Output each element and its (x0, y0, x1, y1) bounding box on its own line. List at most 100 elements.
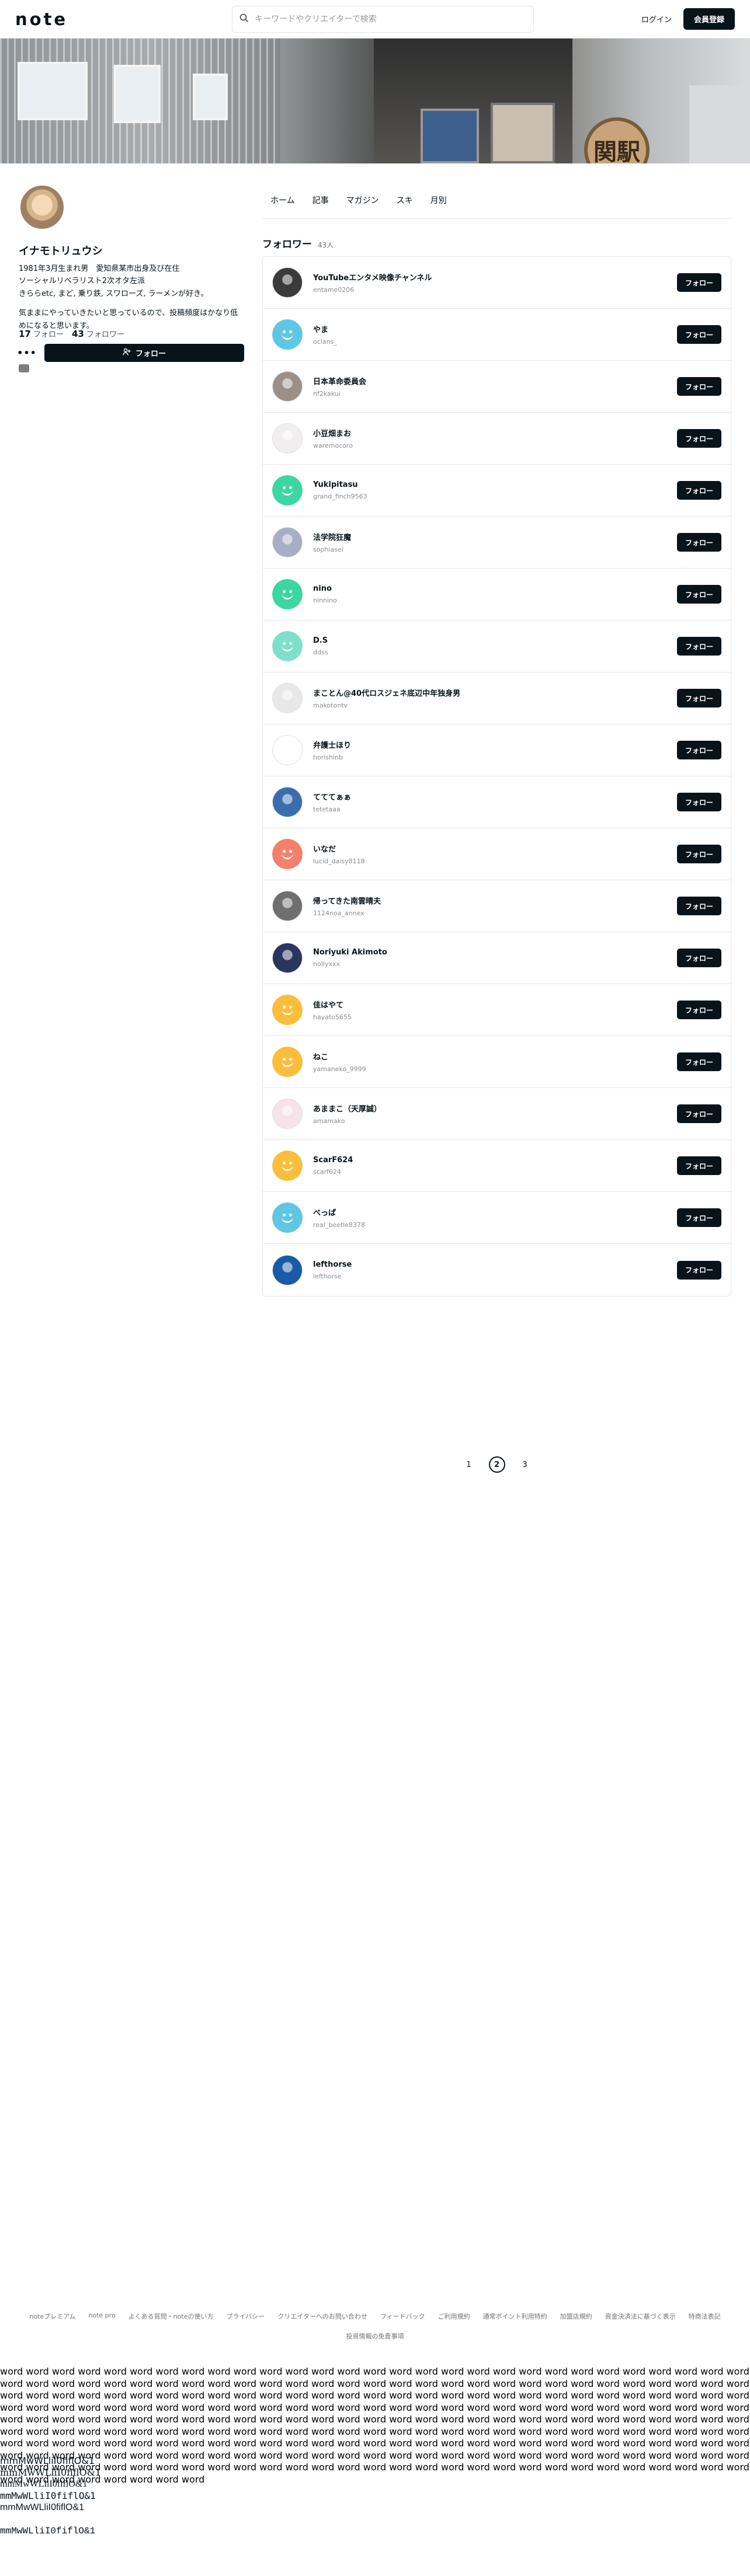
follower-name[interactable]: YouTubeエンタメ映像チャンネル (313, 271, 677, 283)
follower-name[interactable]: 日本革命委員会 (313, 375, 677, 386)
footer-link[interactable]: クリエイターへのお問い合わせ (277, 2312, 367, 2321)
follower-row[interactable]: 法学院狂魔 sophiasei フォロー (263, 517, 731, 569)
follow-button[interactable]: フォロー (677, 273, 721, 292)
follow-button[interactable]: フォロー (677, 793, 721, 811)
follower-name[interactable]: Yukipitasu (313, 480, 677, 489)
page-2-link[interactable]: 2 (488, 1456, 505, 1473)
youtube-icon[interactable] (19, 364, 29, 372)
follower-avatar[interactable] (272, 631, 303, 661)
follower-row[interactable]: 日本革命委員会 nf2kakui フォロー (263, 361, 731, 413)
follower-row[interactable]: 佳はやて hayato5655 フォロー (263, 984, 731, 1036)
follow-button[interactable]: フォロー (677, 1156, 721, 1175)
follower-row[interactable]: いなだ lucid_daisy8118 フォロー (263, 828, 731, 880)
tab-magazines[interactable]: マガジン (346, 194, 379, 206)
follower-name[interactable]: ねこ (313, 1051, 677, 1062)
follower-row[interactable]: 帰ってきた南雲晴夫 1124noa_annex フォロー (263, 880, 731, 932)
follower-name[interactable]: 弁護士ほり (313, 739, 677, 750)
follow-button[interactable]: フォロー (677, 741, 721, 759)
follow-button[interactable]: フォロー (677, 637, 721, 656)
tab-home[interactable]: ホーム (270, 194, 295, 206)
follower-row[interactable]: Yukipitasu grand_finch9563 フォロー (263, 465, 731, 517)
follower-name[interactable]: あままこ（天厚誠） (313, 1103, 677, 1114)
footer-link[interactable]: 加盟店規約 (560, 2312, 592, 2321)
footer-link[interactable]: プライバシー (226, 2312, 265, 2321)
follower-name[interactable]: nino (313, 584, 677, 593)
follow-button[interactable]: フォロー (677, 1001, 721, 1019)
follower-name[interactable]: いなだ (313, 843, 677, 854)
footer-link[interactable]: よくある質問・noteの使い方 (129, 2312, 214, 2321)
follower-avatar[interactable] (272, 683, 303, 713)
follower-avatar[interactable] (272, 995, 303, 1025)
follower-row[interactable]: やま oclans_ フォロー (263, 309, 731, 361)
follow-button[interactable]: フォロー (677, 1104, 721, 1123)
page-3-link[interactable]: 3 (517, 1456, 533, 1473)
footer-link[interactable]: 通常ポイント利用特約 (483, 2312, 547, 2321)
follower-row[interactable]: ScarF624 scarf624 フォロー (263, 1140, 731, 1192)
note-logo[interactable]: note (15, 9, 68, 29)
follower-name[interactable]: lefthorse (313, 1260, 677, 1269)
follow-button[interactable]: フォロー (677, 949, 721, 967)
follower-row[interactable]: てててぁぁ tetetaaa フォロー (263, 776, 731, 828)
follower-row[interactable]: Noriyuki Akimoto nollyxxx フォロー (263, 932, 731, 984)
follower-name[interactable]: 佳はやて (313, 999, 677, 1010)
follower-row[interactable]: YouTubeエンタメ映像チャンネル entame0206 フォロー (263, 257, 731, 309)
follower-avatar[interactable] (272, 1254, 303, 1285)
search-box[interactable] (232, 5, 534, 33)
follow-button[interactable]: フォロー (677, 897, 721, 915)
follower-name[interactable]: D.S (313, 636, 677, 645)
follow-button[interactable]: フォロー (677, 429, 721, 448)
follower-row[interactable]: 小豆畑まお waremocoro フォロー (263, 413, 731, 465)
footer-link[interactable]: note pro (88, 2312, 115, 2321)
follower-row[interactable]: D.S ddss フォロー (263, 621, 731, 672)
follower-row[interactable]: lefthorse lefthorse フォロー (263, 1244, 731, 1296)
follow-button[interactable]: フォロー (677, 325, 721, 344)
follower-name[interactable]: Noriyuki Akimoto (313, 948, 677, 957)
follow-button[interactable]: フォロー (677, 585, 721, 604)
follower-avatar[interactable] (272, 943, 303, 973)
follower-avatar[interactable] (272, 735, 303, 765)
follow-profile-button[interactable]: フォロー (44, 344, 244, 362)
follower-avatar[interactable] (272, 1202, 303, 1233)
follower-avatar[interactable] (272, 839, 303, 869)
signup-button[interactable]: 会員登録 (683, 8, 735, 30)
follower-avatar[interactable] (272, 371, 303, 402)
follower-name[interactable]: まことん@40代ロスジェネ底辺中年独身男 (313, 687, 677, 698)
follower-name[interactable]: べっぱ (313, 1207, 677, 1218)
follower-avatar[interactable] (272, 423, 303, 454)
search-input[interactable] (255, 14, 527, 24)
tab-likes[interactable]: スキ (397, 194, 413, 206)
follow-button[interactable]: フォロー (677, 377, 721, 396)
tab-monthly[interactable]: 月別 (430, 194, 447, 206)
follower-avatar[interactable] (272, 475, 303, 506)
follower-avatar[interactable] (272, 579, 303, 609)
follower-row[interactable]: ねこ yamaneko_9999 フォロー (263, 1036, 731, 1088)
follower-avatar[interactable] (272, 527, 303, 557)
following-link[interactable]: 17 フォロー (19, 328, 64, 339)
follower-row[interactable]: nino ninnino フォロー (263, 569, 731, 621)
follower-row[interactable]: あままこ（天厚誠） amamako フォロー (263, 1088, 731, 1140)
follower-avatar[interactable] (272, 1099, 303, 1129)
follower-avatar[interactable] (272, 267, 303, 298)
follower-name[interactable]: やま (313, 323, 677, 334)
footer-link[interactable]: ご利用規約 (438, 2312, 470, 2321)
follower-avatar[interactable] (272, 1151, 303, 1181)
follower-row[interactable]: 弁護士ほり horishinb フォロー (263, 724, 731, 776)
login-link[interactable]: ログイン (641, 13, 672, 25)
footer-link[interactable]: 投資情報の免責事項 (0, 2331, 750, 2341)
more-options-button[interactable]: ••• (17, 345, 36, 361)
follower-row[interactable]: まことん@40代ロスジェネ底辺中年独身男 makotontv フォロー (263, 672, 731, 724)
follower-row[interactable]: べっぱ real_beetle8378 フォロー (263, 1192, 731, 1244)
follow-button[interactable]: フォロー (677, 689, 721, 707)
footer-link[interactable]: 特商法表記 (689, 2312, 721, 2321)
follower-avatar[interactable] (272, 319, 303, 350)
follow-button[interactable]: フォロー (677, 533, 721, 552)
follower-avatar[interactable] (272, 1047, 303, 1077)
followers-link[interactable]: 43 フォロワー (72, 328, 124, 339)
follower-name[interactable]: てててぁぁ (313, 791, 677, 802)
footer-link[interactable]: 資金決済法に基づく表示 (605, 2312, 676, 2321)
follow-button[interactable]: フォロー (677, 1052, 721, 1071)
tab-articles[interactable]: 記事 (312, 194, 329, 206)
page-1-link[interactable]: 1 (461, 1456, 477, 1473)
footer-link[interactable]: noteプレミアム (29, 2312, 75, 2321)
follower-name[interactable]: 法学院狂魔 (313, 531, 677, 542)
